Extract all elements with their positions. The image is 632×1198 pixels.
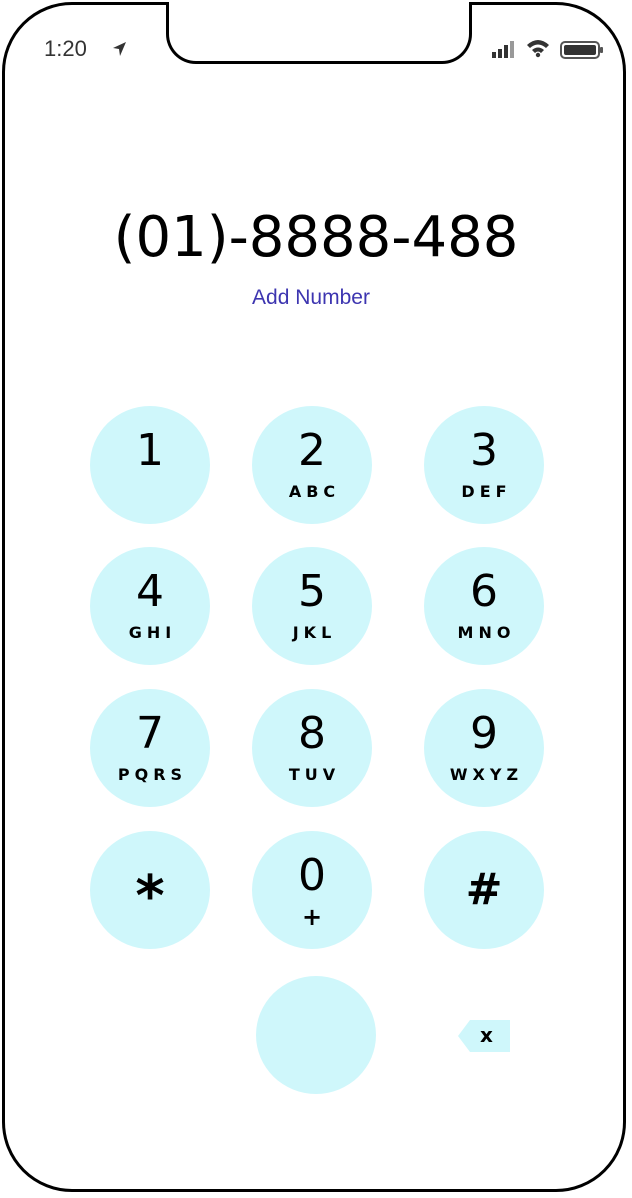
- key-digit: 6: [470, 566, 498, 617]
- key-0[interactable]: 0 +: [252, 831, 372, 949]
- key-digit: 1: [136, 425, 164, 476]
- key-digit: 0: [298, 850, 326, 901]
- key-6[interactable]: 6 MNO: [424, 547, 544, 665]
- status-time: 1:20: [44, 36, 87, 61]
- key-plus: +: [301, 903, 323, 931]
- key-digit: 9: [470, 708, 498, 759]
- battery-icon: [560, 41, 603, 59]
- key-letters: ABC: [288, 482, 341, 501]
- key-4[interactable]: 4 GHI: [90, 547, 210, 665]
- key-star[interactable]: *: [90, 831, 210, 949]
- key-9[interactable]: 9 WXYZ: [424, 689, 544, 807]
- key-letters: WXYZ: [449, 765, 524, 784]
- cellular-signal-icon: [492, 41, 514, 58]
- key-digit: 8: [298, 708, 326, 759]
- key-letters: DEF: [461, 482, 512, 501]
- key-7[interactable]: 7 PQRS: [90, 689, 210, 807]
- key-digit: *: [135, 864, 165, 929]
- key-letters: PQRS: [117, 765, 188, 784]
- key-digit: 4: [136, 566, 164, 617]
- wifi-icon: [527, 40, 549, 58]
- key-letters: MNO: [457, 623, 516, 642]
- key-letters: JKL: [292, 623, 337, 642]
- key-letters: GHI: [128, 623, 177, 642]
- call-button[interactable]: [256, 976, 376, 1094]
- backspace-label: x: [480, 1023, 493, 1047]
- key-2[interactable]: 2 ABC: [252, 406, 372, 524]
- key-digit: 2: [298, 425, 326, 476]
- key-5[interactable]: 5 JKL: [252, 547, 372, 665]
- backspace-button[interactable]: x: [458, 1020, 510, 1052]
- key-hash[interactable]: #: [424, 831, 544, 949]
- dialed-number-display: (01)-8888-488: [113, 205, 519, 270]
- key-1[interactable]: 1: [90, 406, 210, 524]
- key-8[interactable]: 8 TUV: [252, 689, 372, 807]
- key-digit: #: [465, 864, 503, 915]
- key-digit: 5: [298, 566, 326, 617]
- key-letters: TUV: [288, 765, 341, 784]
- location-arrow-icon: [113, 42, 126, 56]
- key-digit: 3: [470, 425, 498, 476]
- add-number-link[interactable]: Add Number: [0, 286, 622, 310]
- key-digit: 7: [136, 708, 164, 759]
- key-3[interactable]: 3 DEF: [424, 406, 544, 524]
- notch: [166, 2, 472, 64]
